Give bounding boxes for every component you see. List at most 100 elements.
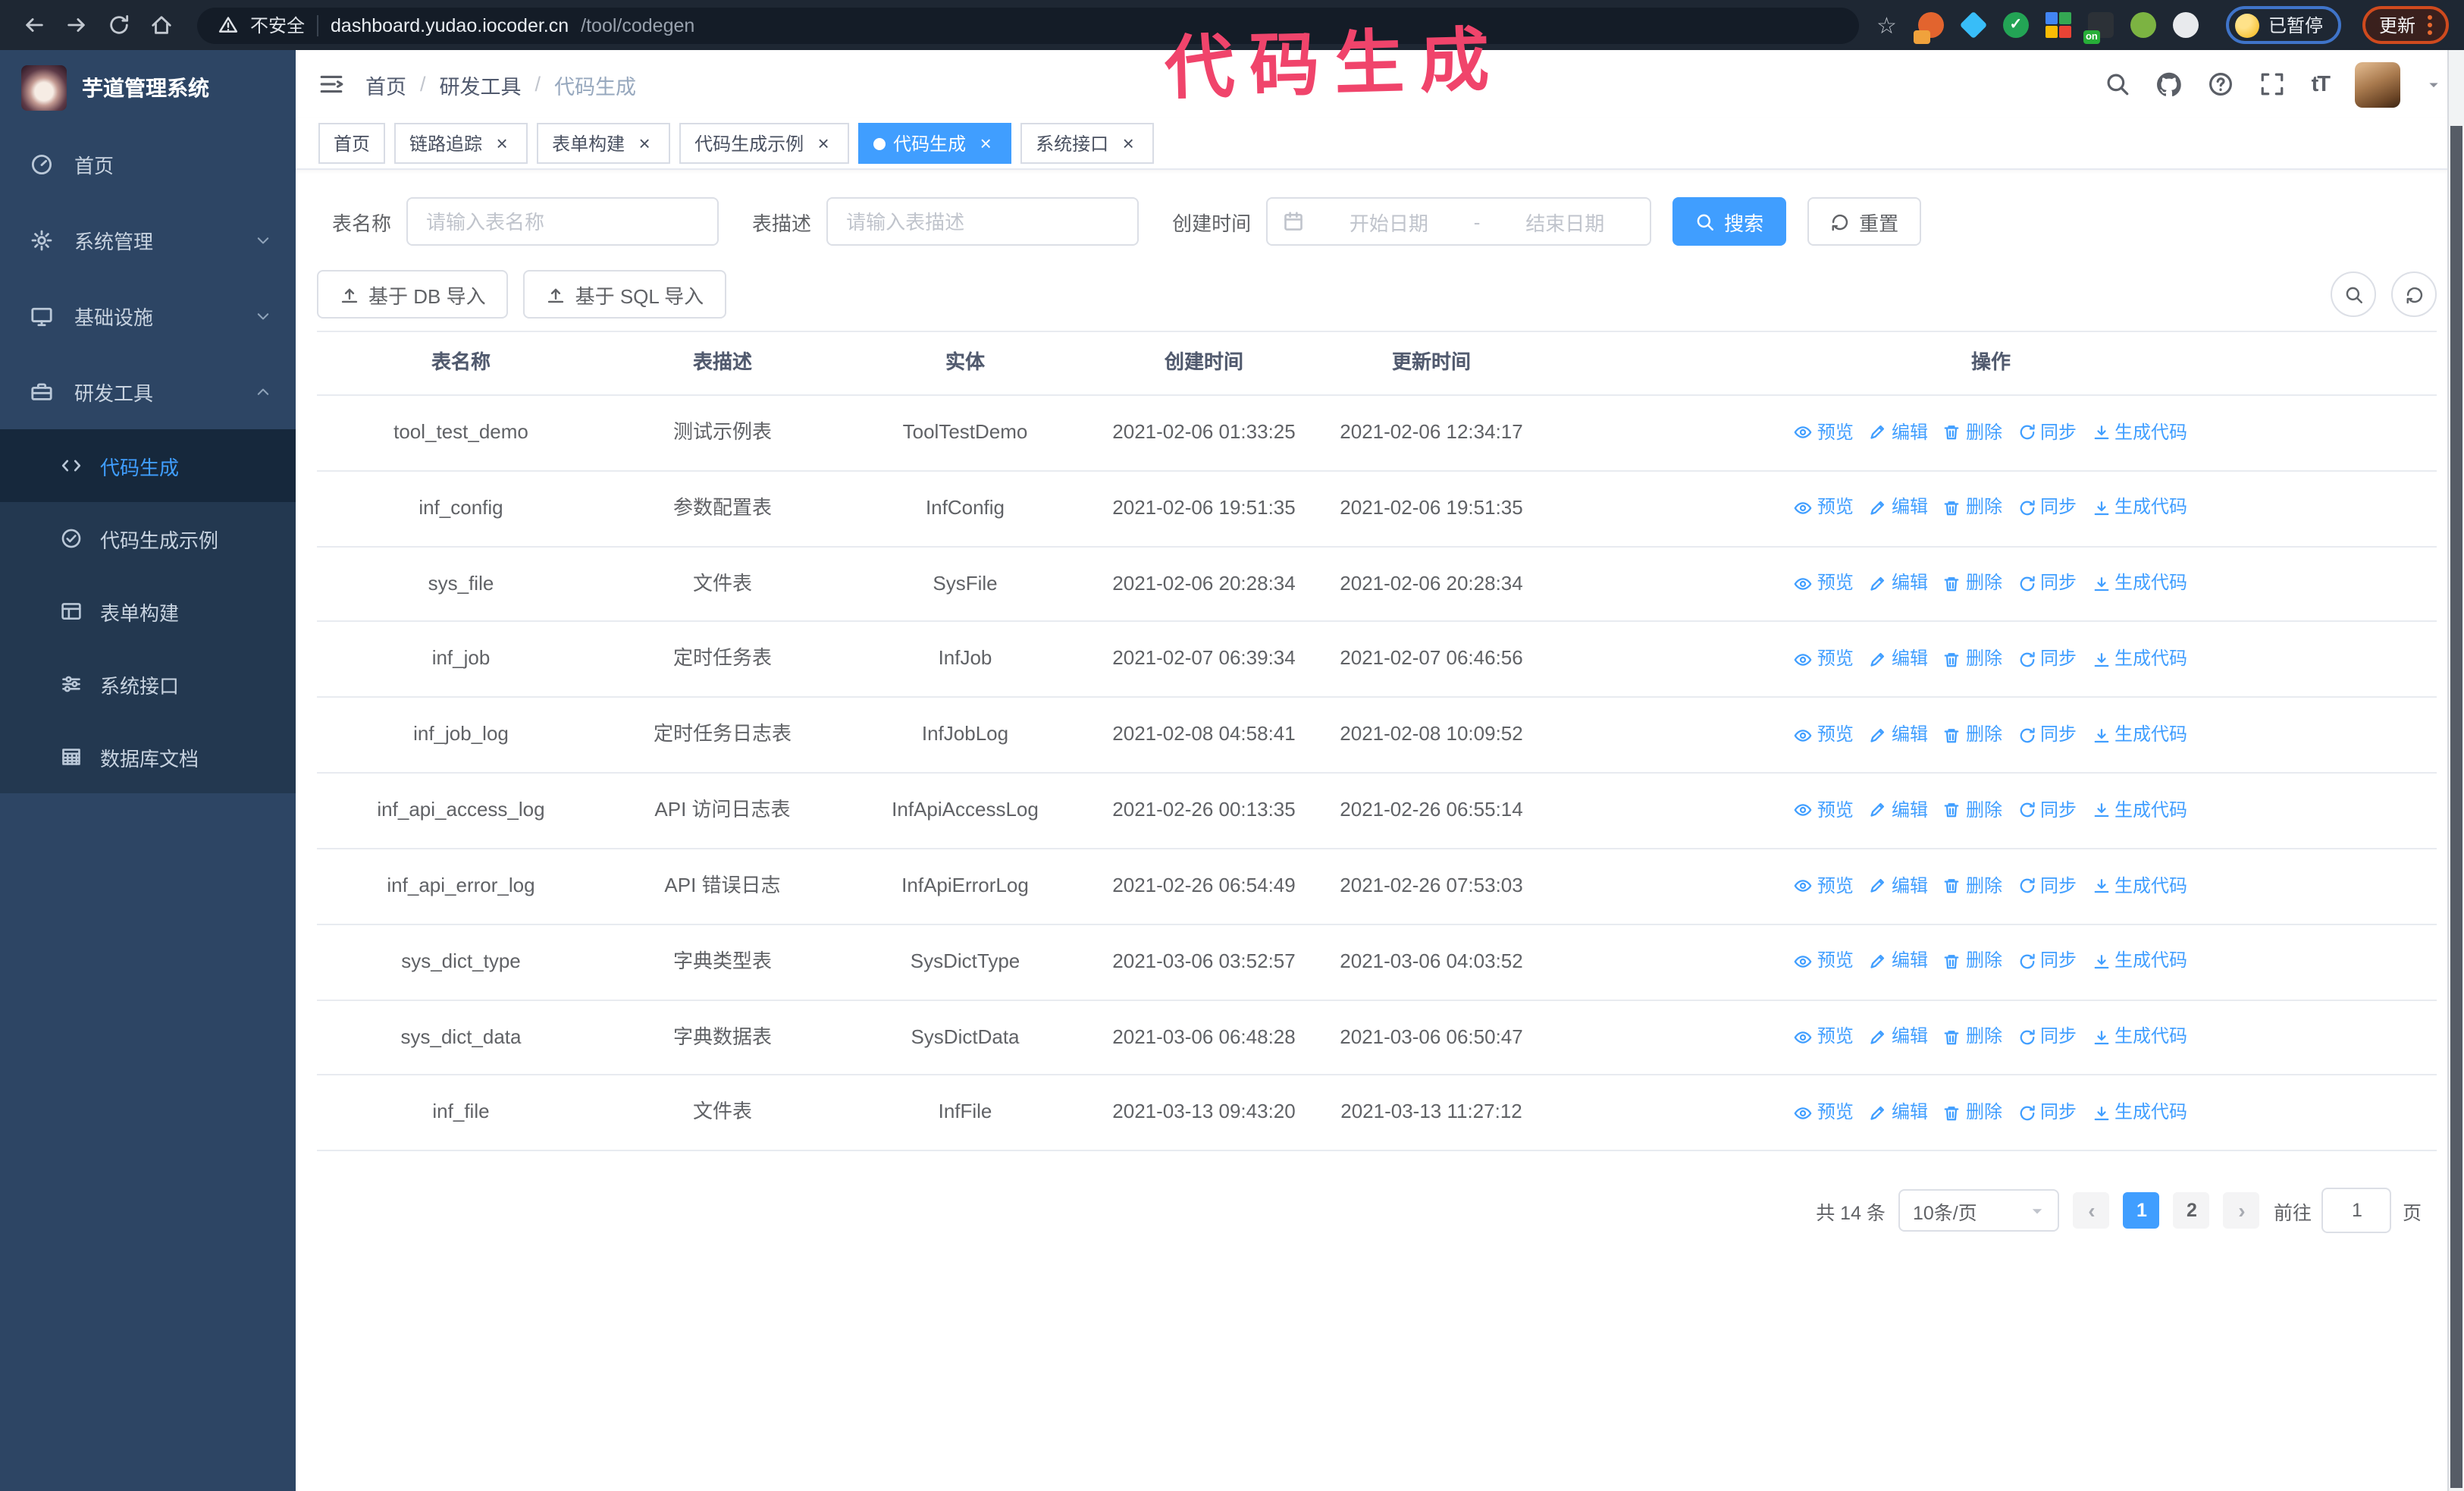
tab-表单构建[interactable]: 表单构建 × [537,123,671,164]
action-编辑[interactable]: 编辑 [1869,646,1928,673]
action-删除[interactable]: 删除 [1943,646,2002,673]
table-desc-input[interactable] [826,197,1140,246]
action-删除[interactable]: 删除 [1943,1025,2002,1051]
action-生成代码[interactable]: 生成代码 [2092,949,2187,975]
address-bar[interactable]: 不安全 dashboard.yudao.iocoder.cn/tool/code… [197,7,1859,43]
browser-menu-icon[interactable] [2428,15,2432,35]
chevron-down-icon[interactable] [2426,77,2441,92]
sidebar-subitem-数据库文档[interactable]: 数据库文档 [0,720,296,793]
page-2-button[interactable]: 2 [2173,1192,2210,1229]
sidebar-subitem-系统接口[interactable]: 系统接口 [0,648,296,720]
font-size-icon[interactable]: tT [2312,72,2331,96]
onoff-extension-icon[interactable]: on [2083,12,2114,44]
github-icon[interactable] [2157,71,2183,97]
close-icon[interactable]: × [975,133,996,154]
logo-row[interactable]: 芋道管理系统 [0,50,296,126]
action-生成代码[interactable]: 生成代码 [2092,495,2187,522]
paused-badge[interactable]: 已暂停 [2225,6,2341,44]
action-编辑[interactable]: 编辑 [1869,1025,1928,1051]
import-db-button[interactable]: 基于 DB 导入 [317,270,509,319]
close-icon[interactable]: × [1118,133,1139,154]
scrollbar-thumb[interactable] [2450,126,2462,1488]
toggle-search-button[interactable] [2331,272,2376,317]
action-生成代码[interactable]: 生成代码 [2092,722,2187,749]
action-预览[interactable]: 预览 [1795,873,1854,899]
action-预览[interactable]: 预览 [1795,949,1854,975]
action-同步[interactable]: 同步 [2017,873,2077,899]
sidebar-item-研发工具[interactable]: 研发工具 [0,353,296,429]
action-删除[interactable]: 删除 [1943,419,2002,446]
close-icon[interactable]: × [491,133,513,154]
action-同步[interactable]: 同步 [2017,1025,2077,1051]
action-删除[interactable]: 删除 [1943,571,2002,598]
search-icon[interactable] [2105,71,2131,97]
action-预览[interactable]: 预览 [1795,1100,1854,1126]
close-icon[interactable]: × [813,133,834,154]
action-预览[interactable]: 预览 [1795,1025,1854,1051]
breadcrumb-item[interactable]: 研发工具 [440,69,522,99]
action-生成代码[interactable]: 生成代码 [2092,798,2187,824]
action-同步[interactable]: 同步 [2017,798,2077,824]
action-同步[interactable]: 同步 [2017,949,2077,975]
action-同步[interactable]: 同步 [2017,1100,2077,1126]
action-生成代码[interactable]: 生成代码 [2092,1025,2187,1051]
action-同步[interactable]: 同步 [2017,646,2077,673]
action-删除[interactable]: 删除 [1943,798,2002,824]
paw-extension-icon[interactable] [2172,12,2199,38]
breadcrumb-item[interactable]: 首页 [365,69,406,99]
search-button[interactable]: 搜索 [1672,197,1787,246]
action-编辑[interactable]: 编辑 [1869,798,1928,824]
action-编辑[interactable]: 编辑 [1869,873,1928,899]
action-编辑[interactable]: 编辑 [1869,949,1928,975]
gem-extension-icon[interactable] [1959,11,1988,39]
refresh-table-button[interactable] [2391,272,2437,317]
action-预览[interactable]: 预览 [1795,722,1854,749]
action-编辑[interactable]: 编辑 [1869,495,1928,522]
close-icon[interactable]: × [634,133,655,154]
action-同步[interactable]: 同步 [2017,419,2077,446]
update-button[interactable]: 更新 [2362,6,2449,44]
action-编辑[interactable]: 编辑 [1869,571,1928,598]
home-icon[interactable] [143,7,179,43]
date-range-picker[interactable]: 开始日期 - 结束日期 [1266,197,1652,246]
proxy-extension-icon[interactable] [1913,12,1944,44]
action-编辑[interactable]: 编辑 [1869,419,1928,446]
prev-page-button[interactable]: ‹ [2073,1192,2110,1229]
action-删除[interactable]: 删除 [1943,949,2002,975]
avatar[interactable] [2355,61,2400,107]
action-生成代码[interactable]: 生成代码 [2092,646,2187,673]
action-同步[interactable]: 同步 [2017,495,2077,522]
tab-链路追踪[interactable]: 链路追踪 × [394,123,528,164]
action-编辑[interactable]: 编辑 [1869,722,1928,749]
action-编辑[interactable]: 编辑 [1869,1100,1928,1126]
action-预览[interactable]: 预览 [1795,571,1854,598]
action-预览[interactable]: 预览 [1795,419,1854,446]
sidebar-subitem-代码生成示例[interactable]: 代码生成示例 [0,502,296,575]
sidebar-item-首页[interactable]: 首页 [0,126,296,202]
sidebar-item-基础设施[interactable]: 基础设施 [0,278,296,353]
action-生成代码[interactable]: 生成代码 [2092,571,2187,598]
import-sql-button[interactable]: 基于 SQL 导入 [523,270,727,319]
grid-extension-icon[interactable] [2045,12,2071,38]
reset-button[interactable]: 重置 [1807,197,1922,246]
back-icon[interactable] [15,7,52,43]
action-同步[interactable]: 同步 [2017,722,2077,749]
action-删除[interactable]: 删除 [1943,873,2002,899]
action-生成代码[interactable]: 生成代码 [2092,1100,2187,1126]
action-生成代码[interactable]: 生成代码 [2092,873,2187,899]
tab-首页[interactable]: 首页 [318,123,386,164]
page-1-button[interactable]: 1 [2123,1192,2160,1229]
action-删除[interactable]: 删除 [1943,495,2002,522]
action-预览[interactable]: 预览 [1795,798,1854,824]
tab-系统接口[interactable]: 系统接口 × [1020,123,1155,164]
action-删除[interactable]: 删除 [1943,1100,2002,1126]
page-size-select[interactable]: 10条/页 [1898,1189,2060,1232]
forward-icon[interactable] [58,7,94,43]
action-删除[interactable]: 删除 [1943,722,2002,749]
action-同步[interactable]: 同步 [2017,571,2077,598]
check-extension-icon[interactable]: ✓ [2002,12,2029,38]
reload-icon[interactable] [100,7,136,43]
tab-代码生成[interactable]: 代码生成 × [858,123,1012,164]
sidebar-item-系统管理[interactable]: 系统管理 [0,202,296,278]
collapse-sidebar-icon[interactable] [318,71,344,97]
